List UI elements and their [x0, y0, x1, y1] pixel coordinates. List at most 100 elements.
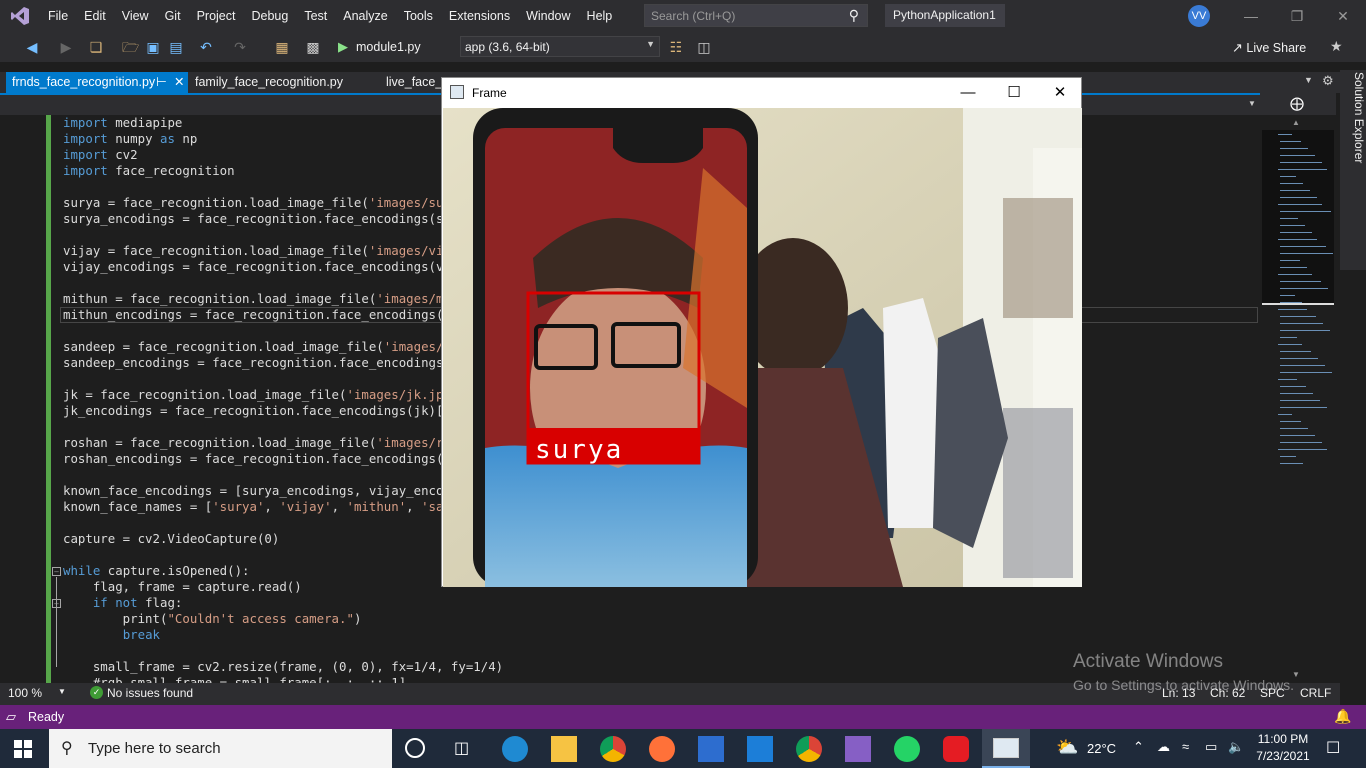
menu-item-analyze[interactable]: Analyze [335, 0, 395, 32]
issues-status[interactable]: No issues found [107, 686, 193, 700]
weather-temp[interactable]: 22°C [1087, 741, 1116, 756]
minimize-icon[interactable]: — [1228, 0, 1274, 32]
code-line[interactable]: roshan_encodings = face_recognition.face… [63, 451, 503, 467]
cortana-icon[interactable] [405, 738, 425, 758]
menu-item-file[interactable]: File [40, 0, 76, 32]
code-line[interactable]: import mediapipe [63, 115, 503, 131]
code-line[interactable]: jk_encodings = face_recognition.face_enc… [63, 403, 503, 419]
restore-icon[interactable]: ❐ [1274, 0, 1320, 32]
code-line[interactable] [63, 419, 503, 435]
chrome-profile-icon[interactable] [796, 736, 822, 762]
scroll-map-thumb[interactable] [1262, 130, 1334, 305]
frame-window[interactable]: Frame — ☐ ✕ surya [441, 77, 1082, 587]
code-line[interactable]: import cv2 [63, 147, 503, 163]
save-all-icon[interactable]: ▤ [168, 39, 184, 55]
code-text[interactable]: import mediapipe import numpy as np import… [63, 115, 503, 683]
environment-icon[interactable]: ☷ [668, 39, 684, 55]
back-icon[interactable]: ◀ [24, 39, 40, 55]
file-explorer-icon[interactable] [551, 736, 577, 762]
wifi-icon[interactable]: ≈ [1182, 739, 1189, 754]
whatsapp-icon[interactable] [894, 736, 920, 762]
code-line[interactable]: mithun = face_recognition.load_image_fil… [63, 291, 503, 307]
menu-item-window[interactable]: Window [518, 0, 578, 32]
tab-family-face-recognition[interactable]: family_face_recognition.py [189, 72, 349, 93]
menu-item-tools[interactable]: Tools [396, 0, 441, 32]
save-icon[interactable]: ▣ [145, 39, 161, 55]
split-editor-button[interactable]: ⨁ [1260, 93, 1336, 115]
open-folder-icon[interactable]: 🗁 [122, 39, 139, 55]
code-line[interactable]: small_frame = cv2.resize(frame, (0, 0), … [63, 659, 503, 675]
code-line[interactable] [63, 323, 503, 339]
visual-studio-icon[interactable] [845, 736, 871, 762]
menu-item-extensions[interactable]: Extensions [441, 0, 518, 32]
frame-title-bar[interactable]: Frame — ☐ ✕ [442, 78, 1081, 108]
code-line[interactable]: break [63, 627, 503, 643]
minimize-icon[interactable]: — [945, 82, 991, 104]
code-line[interactable] [63, 515, 503, 531]
store-icon[interactable] [698, 736, 724, 762]
find-in-files-icon[interactable]: ▦ [274, 39, 290, 55]
network-alert-icon[interactable]: ☁ [1157, 739, 1170, 755]
code-line[interactable]: vijay_encodings = face_recognition.face_… [63, 259, 503, 275]
battery-icon[interactable]: ▭ [1205, 739, 1217, 755]
tab-frnds-face-recognition[interactable]: frnds_face_recognition.py ⊢ ✕ [6, 72, 188, 93]
code-line[interactable] [63, 547, 503, 563]
layout-icon[interactable]: ◫ [696, 39, 712, 55]
maximize-icon[interactable]: ☐ [991, 82, 1037, 104]
code-line[interactable] [63, 275, 503, 291]
live-share-button[interactable]: ↗ Live Share [1232, 40, 1306, 56]
chevron-down-icon[interactable]: ▼ [58, 687, 66, 696]
forward-icon[interactable]: ▶ [58, 39, 74, 55]
notifications-icon[interactable]: ☐ [1326, 738, 1340, 758]
new-project-icon[interactable]: ❏ [88, 39, 104, 55]
redo-icon[interactable]: ↷ [232, 39, 248, 55]
menu-item-view[interactable]: View [114, 0, 157, 32]
close-tab-icon[interactable]: ✕ [174, 72, 184, 92]
menu-item-test[interactable]: Test [296, 0, 335, 32]
weather-icon[interactable]: ⛅ [1056, 737, 1078, 758]
code-line[interactable]: print("Couldn't access camera.") [63, 611, 503, 627]
taskbar-search-input[interactable]: ⚲ Type here to search [49, 729, 392, 768]
menu-item-debug[interactable]: Debug [243, 0, 296, 32]
firefox-icon[interactable] [649, 736, 675, 762]
code-line[interactable] [63, 371, 503, 387]
code-line[interactable]: if not flag: [63, 595, 503, 611]
code-line[interactable]: sandeep = face_recognition.load_image_fi… [63, 339, 503, 355]
code-line[interactable]: mithun_encodings = face_recognition.face… [63, 307, 503, 323]
menu-item-help[interactable]: Help [579, 0, 621, 32]
app-grid-icon[interactable] [943, 736, 969, 762]
menu-item-git[interactable]: Git [157, 0, 189, 32]
clock[interactable]: 11:00 PM 7/23/2021 [1250, 731, 1316, 765]
code-line[interactable]: known_face_names = ['surya', 'vijay', 'm… [63, 499, 503, 515]
code-line[interactable]: known_face_encodings = [surya_encodings,… [63, 483, 503, 499]
code-line[interactable]: surya_encodings = face_recognition.face_… [63, 211, 503, 227]
close-icon[interactable]: ✕ [1037, 82, 1083, 104]
run-target[interactable]: module1.py [356, 40, 421, 54]
code-line[interactable]: roshan = face_recognition.load_image_fil… [63, 435, 503, 451]
code-line[interactable] [63, 227, 503, 243]
code-line[interactable] [63, 179, 503, 195]
show-hidden-icons-icon[interactable]: ⌃ [1133, 739, 1144, 755]
notification-bell-icon[interactable]: 🔔 [1334, 708, 1351, 725]
code-line[interactable]: capture = cv2.VideoCapture(0) [63, 531, 503, 547]
code-line[interactable]: vijay = face_recognition.load_image_file… [63, 243, 503, 259]
pin-icon[interactable]: ⊢ [156, 72, 167, 92]
code-line[interactable]: import face_recognition [63, 163, 503, 179]
task-view-icon[interactable]: ◫ [454, 738, 469, 758]
zoom-level[interactable]: 100 % [8, 686, 42, 700]
code-line[interactable] [63, 467, 503, 483]
menu-item-edit[interactable]: Edit [76, 0, 114, 32]
tab-dropdown-icon[interactable]: ▼ [1304, 75, 1313, 85]
code-line[interactable]: surya = face_recognition.load_image_file… [63, 195, 503, 211]
code-line[interactable]: import numpy as np [63, 131, 503, 147]
avatar[interactable]: VV [1188, 5, 1210, 27]
chrome-icon[interactable] [600, 736, 626, 762]
mail-icon[interactable] [747, 736, 773, 762]
code-line[interactable]: #rgb_small_frame = small_frame[:, :, ::-… [63, 675, 503, 683]
code-line[interactable] [63, 643, 503, 659]
start-icon[interactable]: ▶ [338, 39, 348, 55]
edge-icon[interactable] [502, 736, 528, 762]
gear-icon[interactable]: ⚙ [1322, 73, 1334, 89]
close-icon[interactable]: ✕ [1320, 0, 1366, 32]
undo-icon[interactable]: ↶ [198, 39, 214, 55]
